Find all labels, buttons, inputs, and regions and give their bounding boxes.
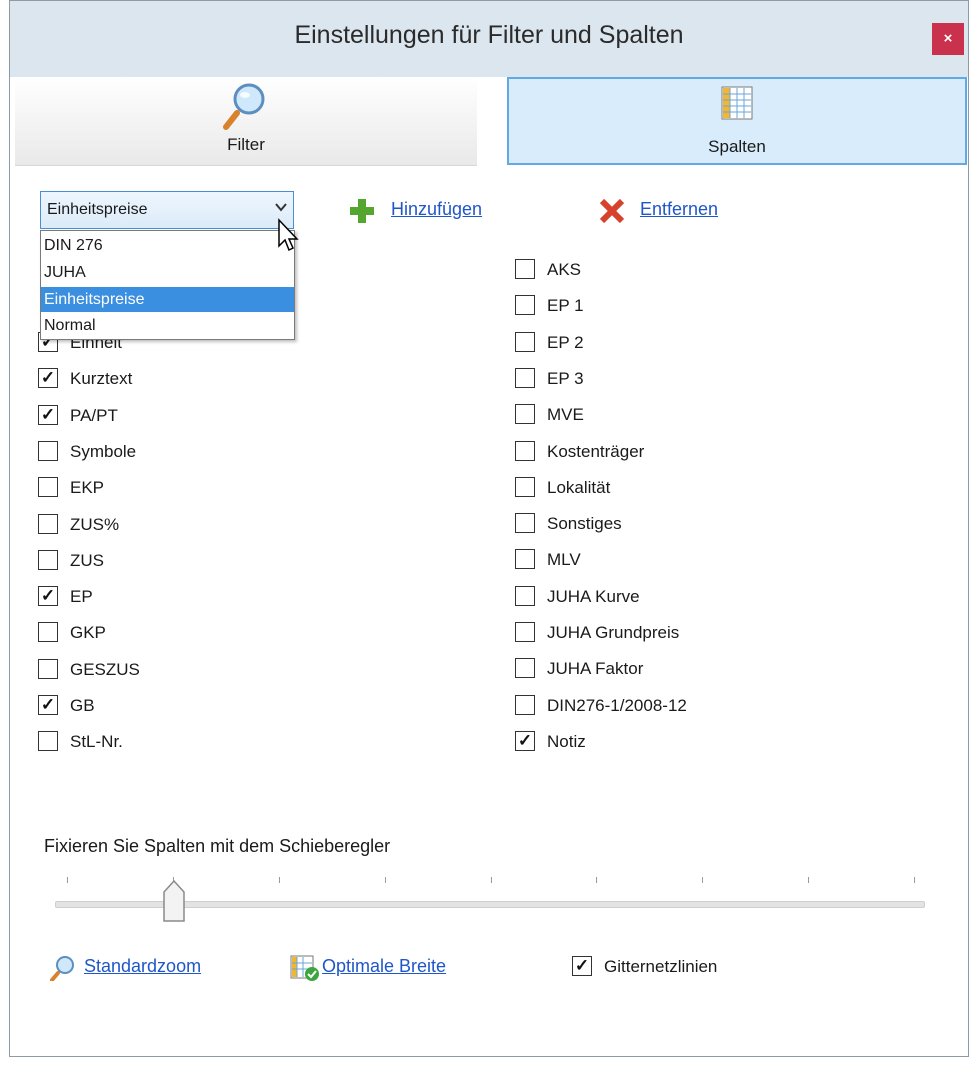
checkbox-box[interactable] xyxy=(515,549,535,570)
checkbox-box[interactable] xyxy=(515,331,535,352)
magnifier-icon[interactable] xyxy=(50,955,76,986)
slider-tick xyxy=(67,877,68,883)
slider-tick xyxy=(384,877,386,883)
add-link[interactable]: Hinzufügen xyxy=(391,199,482,220)
slider-tick xyxy=(702,877,704,883)
slider-thumb[interactable] xyxy=(163,879,185,922)
column-checkbox-label: EP 2 xyxy=(547,332,584,352)
slider-tick xyxy=(490,877,492,883)
column-checkbox-label: AKS xyxy=(547,260,582,279)
column-checkbox-label: Symbole xyxy=(70,441,137,461)
slider-tick xyxy=(808,877,810,883)
checkbox-box[interactable] xyxy=(515,513,535,534)
tab-filter-label: Filter xyxy=(227,135,265,154)
column-checkbox-label: MVE xyxy=(547,405,584,425)
magnifier-icon xyxy=(223,81,269,136)
checkbox-box[interactable]: ✓ xyxy=(38,695,58,715)
preset-dropdown-list: DIN 276 JUHA Einheitspreise Normal xyxy=(40,230,295,340)
remove-link[interactable]: Entfernen xyxy=(640,199,718,220)
slider-track[interactable] xyxy=(55,901,925,908)
close-button[interactable]: × xyxy=(932,23,964,55)
optimal-width-link[interactable]: Optimale Breite xyxy=(322,956,446,977)
column-checkbox-label: JUHA Kurve xyxy=(547,586,640,606)
dialog-title: Einstellungen für Filter und Spalten xyxy=(294,21,684,49)
preset-combobox-value: Einheitspreise xyxy=(47,201,148,218)
column-checkbox-label: EP 1 xyxy=(547,296,584,316)
tab-filter[interactable]: Filter xyxy=(15,77,477,166)
gridlines-label: Gitternetzlinien xyxy=(604,957,718,976)
checkbox-box[interactable] xyxy=(515,367,535,388)
checkbox-box[interactable]: ✓ xyxy=(38,404,58,425)
column-checkbox-label: EP 3 xyxy=(547,368,584,388)
slider-label: Fixieren Sie Spalten mit dem Schieberegl… xyxy=(44,836,391,856)
checkbox-box[interactable] xyxy=(515,259,535,279)
checkbox-box[interactable]: ✓ xyxy=(38,368,58,389)
column-checkbox-label: PA/PT xyxy=(70,405,118,425)
title-bar: Einstellungen für Filter und Spalten × xyxy=(10,1,968,77)
checkbox-box[interactable] xyxy=(38,658,58,679)
slider-tick xyxy=(914,877,915,883)
column-checkbox-label: EP xyxy=(70,587,93,607)
tab-columns[interactable]: Spalten xyxy=(507,77,967,165)
column-checkbox-label: Lokalität xyxy=(547,477,611,497)
checkbox-box[interactable] xyxy=(38,549,58,570)
column-checkbox-label: Kostenträger xyxy=(547,441,645,461)
column-checkbox-label: DIN276-1/2008-12 xyxy=(547,695,687,715)
checkbox-box[interactable] xyxy=(38,622,58,643)
remove-x-icon[interactable] xyxy=(598,197,626,230)
tab-columns-label: Spalten xyxy=(708,137,766,156)
dropdown-option[interactable]: Normal xyxy=(41,313,294,338)
column-checkbox-label: JUHA Faktor xyxy=(547,659,644,679)
checkbox-box[interactable] xyxy=(515,694,535,715)
standard-zoom-link[interactable]: Standardzoom xyxy=(84,956,201,977)
checkbox-box[interactable]: ✓ xyxy=(572,956,592,976)
checkbox-box[interactable] xyxy=(515,295,535,316)
column-checkbox-label: StL-Nr. xyxy=(70,732,123,752)
chevron-down-icon[interactable] xyxy=(274,200,288,217)
checkbox-box[interactable] xyxy=(515,404,535,425)
checkbox-box[interactable] xyxy=(515,585,535,606)
column-checkbox-label: EKP xyxy=(70,478,105,498)
columns-grid-icon xyxy=(720,83,754,128)
column-checkbox-label: GKP xyxy=(70,623,106,643)
checkbox-box[interactable] xyxy=(38,513,58,534)
preset-combobox[interactable]: Einheitspreise xyxy=(40,191,294,229)
slider-tick xyxy=(278,877,280,883)
checkbox-box[interactable] xyxy=(515,440,535,461)
checkbox-box[interactable] xyxy=(38,477,58,498)
column-checkbox-label: JUHA Grundpreis xyxy=(547,623,680,642)
checkbox-box[interactable]: ✓ xyxy=(515,730,535,751)
column-checkbox-label: GESZUS xyxy=(70,659,140,679)
mouse-cursor-icon xyxy=(277,218,303,259)
column-checkbox-label: ZUS% xyxy=(70,514,120,534)
plus-icon[interactable] xyxy=(348,197,376,230)
tab-bar: Filter Spalten xyxy=(15,77,967,169)
slider-tick xyxy=(596,877,598,883)
dropdown-option[interactable]: DIN 276 xyxy=(41,233,294,258)
checkbox-box[interactable] xyxy=(515,658,535,679)
checkbox-box[interactable]: ✓ xyxy=(38,586,58,607)
checkbox-box[interactable] xyxy=(38,731,58,752)
dropdown-option-selected[interactable]: Einheitspreise xyxy=(41,287,294,312)
dropdown-option[interactable]: JUHA xyxy=(41,260,294,285)
checkbox-box[interactable] xyxy=(515,622,535,642)
column-checkbox-label: Notiz xyxy=(547,731,586,751)
optimal-width-icon[interactable] xyxy=(290,954,320,987)
column-checkbox-label: Sonstiges xyxy=(547,514,622,534)
column-checkbox-label: GB xyxy=(70,696,95,715)
checkbox-box[interactable] xyxy=(38,440,58,461)
checkbox-box[interactable] xyxy=(515,476,535,497)
column-checkbox-label: Kurztext xyxy=(70,369,133,389)
column-checkbox-label: MLV xyxy=(547,550,581,570)
column-checkbox-label: ZUS xyxy=(70,550,104,570)
